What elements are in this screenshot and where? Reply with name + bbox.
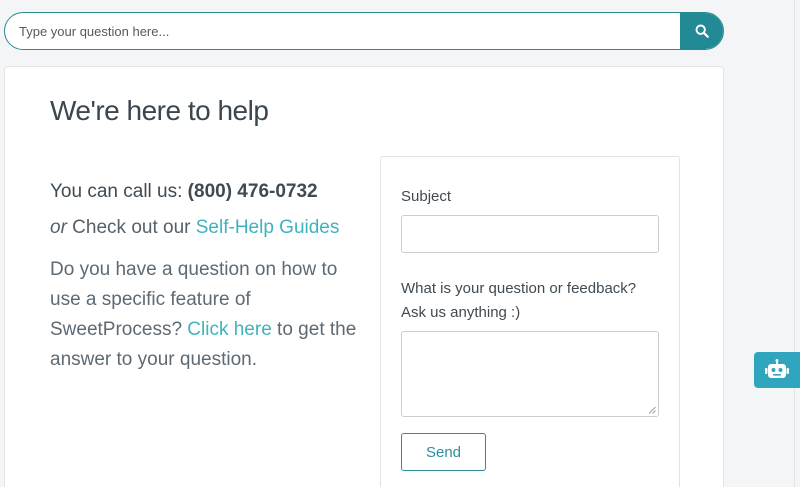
send-button[interactable]: Send [401,433,486,471]
help-card: We're here to help You can call us: (800… [4,66,724,487]
question-paragraph: Do you have a question on how to use a s… [50,255,360,375]
search-button[interactable] [680,13,723,49]
resize-handle-icon[interactable] [648,406,656,414]
chatbot-button[interactable] [754,352,800,388]
contact-form: Subject What is your question or feedbac… [380,156,680,487]
call-line: You can call us: (800) 476-0732 [50,181,360,203]
question-label: What is your question or feedback? Ask u… [401,280,637,321]
phone-number: (800) 476-0732 [187,181,318,202]
page-title: We're here to help [50,95,269,126]
subject-field[interactable] [401,215,659,253]
guides-or: or [50,217,67,238]
right-edge-divider [794,0,795,487]
search-bar [4,12,724,50]
subject-label: Subject [401,188,452,205]
click-here-link[interactable]: Click here [187,319,271,340]
self-help-guides-link[interactable]: Self-Help Guides [196,217,340,238]
question-field[interactable] [401,331,659,417]
contact-info: You can call us: (800) 476-0732 or Check… [50,181,360,375]
search-input[interactable] [5,13,680,49]
robot-icon [765,359,789,378]
guides-text: Check out our [66,217,196,238]
help-page: We're here to help You can call us: (800… [0,0,800,487]
guides-line: or Check out our Self-Help Guides [50,217,360,239]
call-prefix: You can call us: [50,181,188,202]
search-icon [695,24,709,38]
